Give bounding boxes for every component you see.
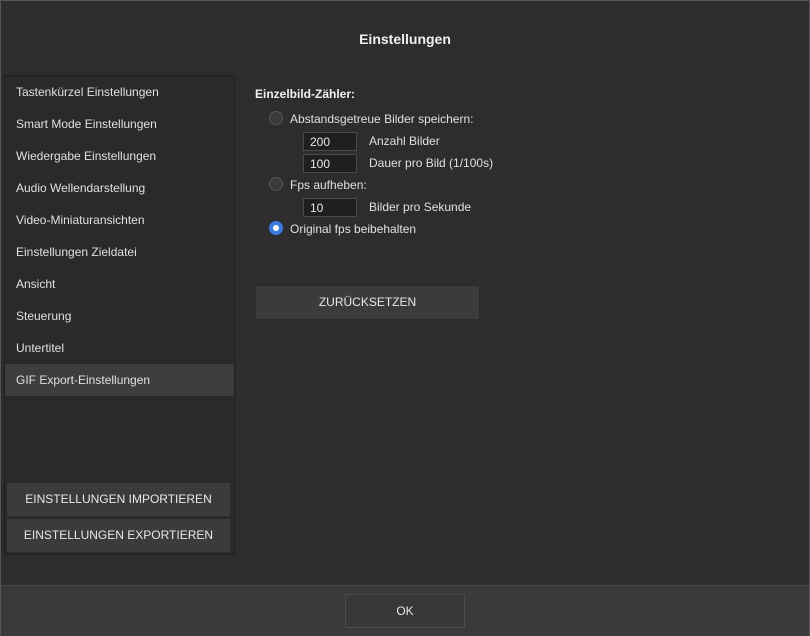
sidebar-item-view[interactable]: Ansicht [5,268,234,300]
sidebar-item-target-file[interactable]: Einstellungen Zieldatei [5,236,234,268]
radio-equidistant-indicator[interactable] [269,111,283,125]
sidebar-item-shortcuts[interactable]: Tastenkürzel Einstellungen [5,76,234,108]
sidebar-item-smart-mode[interactable]: Smart Mode Einstellungen [5,108,234,140]
dialog-footer: OK [1,585,809,636]
radio-equidistant-label: Abstandsgetreue Bilder speichern: [290,112,474,126]
sidebar-item-playback[interactable]: Wiedergabe Einstellungen [5,140,234,172]
export-settings-button[interactable]: EINSTELLUNGEN EXPORTIEREN [6,518,231,553]
ok-button[interactable]: OK [345,594,465,628]
gif-export-panel: Einzelbild-Zähler: Abstandsgetreue Bilde… [255,87,795,387]
sidebar-item-video-thumbnails[interactable]: Video-Miniaturansichten [5,204,234,236]
radio-override-fps[interactable]: Fps aufheben: [269,176,389,194]
settings-sidebar: Tastenkürzel Einstellungen Smart Mode Ei… [4,75,235,555]
radio-keep-original-fps-label: Original fps beibehalten [290,222,417,236]
frame-count-input[interactable] [303,132,357,151]
sidebar-item-audio-waveform[interactable]: Audio Wellendarstellung [5,172,234,204]
frame-count-label: Anzahl Bilder [369,134,440,148]
sidebar-item-gif-export[interactable]: GIF Export-Einstellungen [5,364,234,396]
radio-keep-original-fps-indicator[interactable] [269,221,283,235]
settings-dialog: Einstellungen Tastenkürzel Einstellungen… [0,0,810,636]
frame-duration-label: Dauer pro Bild (1/100s) [369,156,494,170]
fps-label: Bilder pro Sekunde [369,200,472,214]
sidebar-item-subtitles[interactable]: Untertitel [5,332,234,364]
radio-override-fps-label: Fps aufheben: [290,178,367,192]
dialog-title: Einstellungen [359,31,451,47]
import-settings-button[interactable]: EINSTELLUNGEN IMPORTIEREN [6,482,231,517]
frame-counter-label: Einzelbild-Zähler: [255,87,356,101]
radio-equidistant-frames[interactable]: Abstandsgetreue Bilder speichern: [269,110,509,128]
fps-input[interactable] [303,198,357,217]
reset-button[interactable]: ZURÜCKSETZEN [255,285,480,320]
sidebar-item-controls[interactable]: Steuerung [5,300,234,332]
frame-duration-input[interactable] [303,154,357,173]
radio-keep-original-fps[interactable]: Original fps beibehalten [269,220,439,238]
radio-override-fps-indicator[interactable] [269,177,283,191]
